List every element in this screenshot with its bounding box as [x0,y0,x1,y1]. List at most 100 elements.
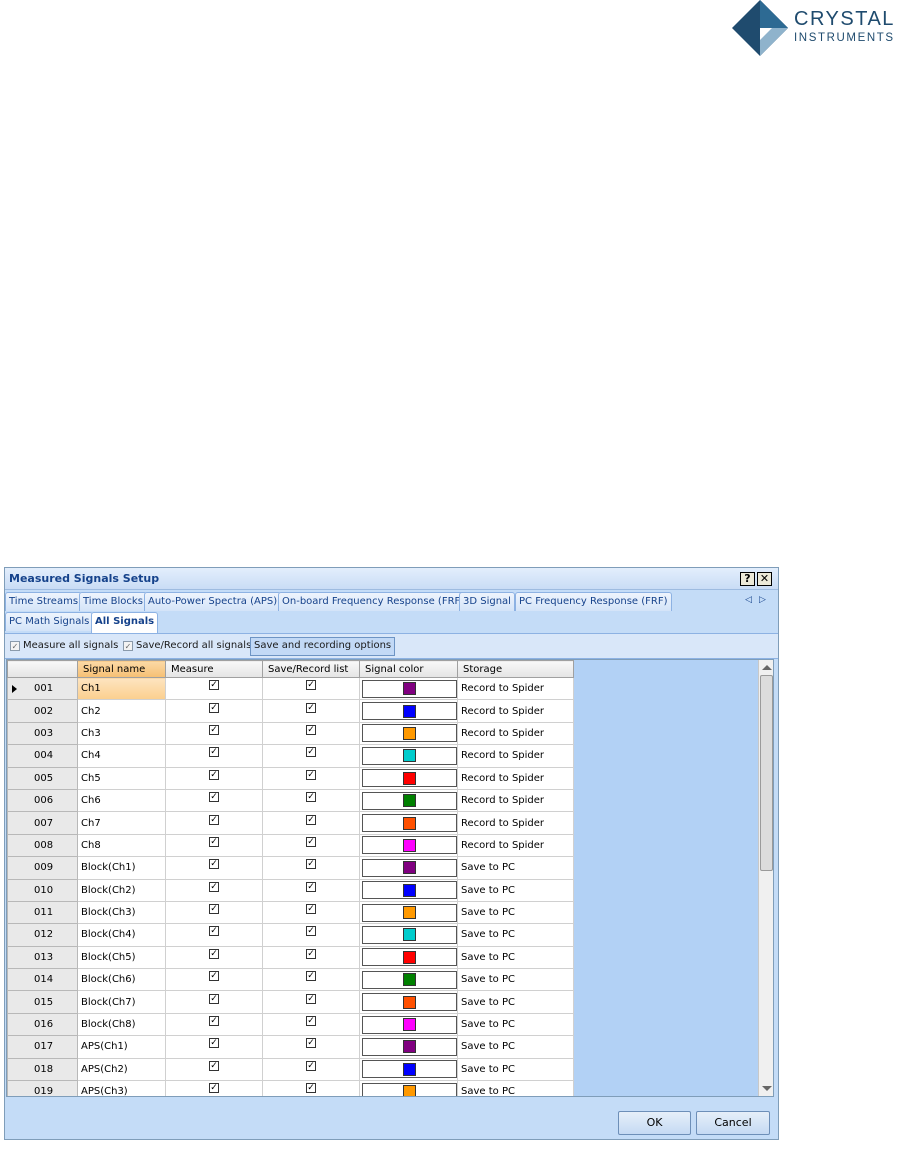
signal-color-cell[interactable] [359,1035,458,1059]
table-row[interactable]: 003 Ch3 ✓ ✓ Record to Spider [7,721,574,746]
save-record-cell[interactable]: ✓ [262,788,360,813]
color-picker-button[interactable] [362,993,457,1012]
color-picker-button[interactable] [362,1082,457,1096]
save-record-checkbox[interactable]: ✓ [306,881,316,892]
storage-cell[interactable]: Save to PC [457,1012,574,1037]
signal-name-cell[interactable]: APS(Ch3) [77,1080,166,1096]
tab-scroll-right-icon[interactable]: ▷ [759,595,766,605]
storage-cell[interactable]: Save to PC [457,923,574,947]
measure-cell[interactable]: ✓ [165,1035,263,1059]
measure-cell[interactable]: ✓ [165,788,263,813]
save-record-checkbox[interactable]: ✓ [306,904,316,915]
signal-name-cell[interactable]: Block(Ch3) [77,900,166,925]
measure-cell[interactable]: ✓ [165,811,263,835]
color-picker-button[interactable] [362,769,457,788]
storage-cell[interactable]: Save to PC [457,856,574,880]
signal-name-cell[interactable]: Ch5 [77,766,166,790]
save-record-cell[interactable]: ✓ [262,856,360,880]
storage-cell[interactable]: Record to Spider [457,721,574,746]
measure-cell[interactable]: ✓ [165,1057,263,1082]
measure-checkbox[interactable]: ✓ [209,948,219,959]
storage-cell[interactable]: Save to PC [457,968,574,992]
tab-time-streams[interactable]: Time Streams [5,592,83,611]
row-header[interactable]: 001 [7,676,78,701]
signal-name-cell[interactable]: APS(Ch2) [77,1057,166,1082]
measure-checkbox[interactable]: ✓ [209,680,219,691]
signal-name-cell[interactable]: Ch6 [77,788,166,813]
table-row[interactable]: 019 APS(Ch3) ✓ ✓ Save to PC [7,1080,574,1096]
save-record-checkbox[interactable]: ✓ [306,926,316,937]
signal-color-cell[interactable] [359,856,458,880]
row-header[interactable]: 005 [7,766,78,790]
save-record-checkbox[interactable]: ✓ [306,814,316,825]
color-picker-button[interactable] [362,925,457,944]
measure-checkbox[interactable]: ✓ [209,926,219,937]
save-record-checkbox[interactable]: ✓ [306,702,316,713]
signal-color-cell[interactable] [359,1012,458,1037]
measure-checkbox[interactable]: ✓ [209,1083,219,1094]
save-record-cell[interactable]: ✓ [262,1012,360,1037]
row-header[interactable]: 018 [7,1057,78,1082]
row-header[interactable]: 009 [7,856,78,880]
column-header-signal-name[interactable]: Signal name [77,660,166,678]
signal-color-cell[interactable] [359,744,458,768]
signal-color-cell[interactable] [359,900,458,925]
tab-pc-math-signals[interactable]: PC Math Signals [5,612,94,631]
row-header[interactable]: 006 [7,788,78,813]
measure-checkbox[interactable]: ✓ [209,1016,219,1027]
color-picker-button[interactable] [362,791,457,810]
measure-checkbox[interactable]: ✓ [209,836,219,847]
column-header-storage[interactable]: Storage [457,660,574,678]
color-picker-button[interactable] [362,814,457,833]
vertical-scrollbar[interactable] [758,660,773,1096]
measure-checkbox[interactable]: ✓ [209,724,219,735]
signal-name-cell[interactable]: Block(Ch8) [77,1012,166,1037]
storage-cell[interactable]: Record to Spider [457,699,574,723]
measure-cell[interactable]: ✓ [165,968,263,992]
signal-color-cell[interactable] [359,990,458,1014]
measure-cell[interactable]: ✓ [165,945,263,970]
measure-cell[interactable]: ✓ [165,721,263,746]
color-picker-button[interactable] [362,702,457,721]
save-record-checkbox[interactable]: ✓ [306,1016,316,1027]
storage-cell[interactable]: Record to Spider [457,811,574,835]
color-picker-button[interactable] [362,948,457,967]
row-header[interactable]: 004 [7,744,78,768]
signal-name-cell[interactable]: Block(Ch5) [77,945,166,970]
storage-cell[interactable]: Save to PC [457,990,574,1014]
row-header[interactable]: 016 [7,1012,78,1037]
table-row[interactable]: 002 Ch2 ✓ ✓ Record to Spider [7,699,574,723]
storage-cell[interactable]: Record to Spider [457,833,574,858]
save-record-checkbox[interactable]: ✓ [306,859,316,870]
table-row[interactable]: 009 Block(Ch1) ✓ ✓ Save to PC [7,856,574,880]
row-header[interactable]: 002 [7,699,78,723]
measure-cell[interactable]: ✓ [165,878,263,902]
save-record-cell[interactable]: ✓ [262,1080,360,1096]
measure-cell[interactable]: ✓ [165,699,263,723]
save-record-checkbox[interactable]: ✓ [306,836,316,847]
signal-color-cell[interactable] [359,676,458,701]
storage-cell[interactable]: Record to Spider [457,788,574,813]
measure-checkbox[interactable]: ✓ [209,904,219,915]
measure-cell[interactable]: ✓ [165,1080,263,1096]
table-row[interactable]: 014 Block(Ch6) ✓ ✓ Save to PC [7,968,574,992]
color-picker-button[interactable] [362,1060,457,1079]
tab-time-blocks[interactable]: Time Blocks [79,592,147,611]
measure-cell[interactable]: ✓ [165,766,263,790]
signal-color-cell[interactable] [359,878,458,902]
tab-auto-power-spectra[interactable]: Auto-Power Spectra (APS) [144,592,282,611]
column-header-save-record[interactable]: Save/Record list [262,660,360,678]
save-record-all-checkbox[interactable]: ✓ Save/Record all signals [123,640,251,651]
save-record-cell[interactable]: ✓ [262,990,360,1014]
measure-cell[interactable]: ✓ [165,676,263,701]
color-picker-button[interactable] [362,746,457,765]
signal-name-cell[interactable]: Block(Ch7) [77,990,166,1014]
signal-color-cell[interactable] [359,811,458,835]
table-row[interactable]: 006 Ch6 ✓ ✓ Record to Spider [7,788,574,813]
storage-cell[interactable]: Save to PC [457,878,574,902]
table-row[interactable]: 016 Block(Ch8) ✓ ✓ Save to PC [7,1012,574,1037]
measure-cell[interactable]: ✓ [165,923,263,947]
table-row[interactable]: 011 Block(Ch3) ✓ ✓ Save to PC [7,900,574,925]
scrollbar-thumb[interactable] [760,675,773,871]
measure-cell[interactable]: ✓ [165,990,263,1014]
